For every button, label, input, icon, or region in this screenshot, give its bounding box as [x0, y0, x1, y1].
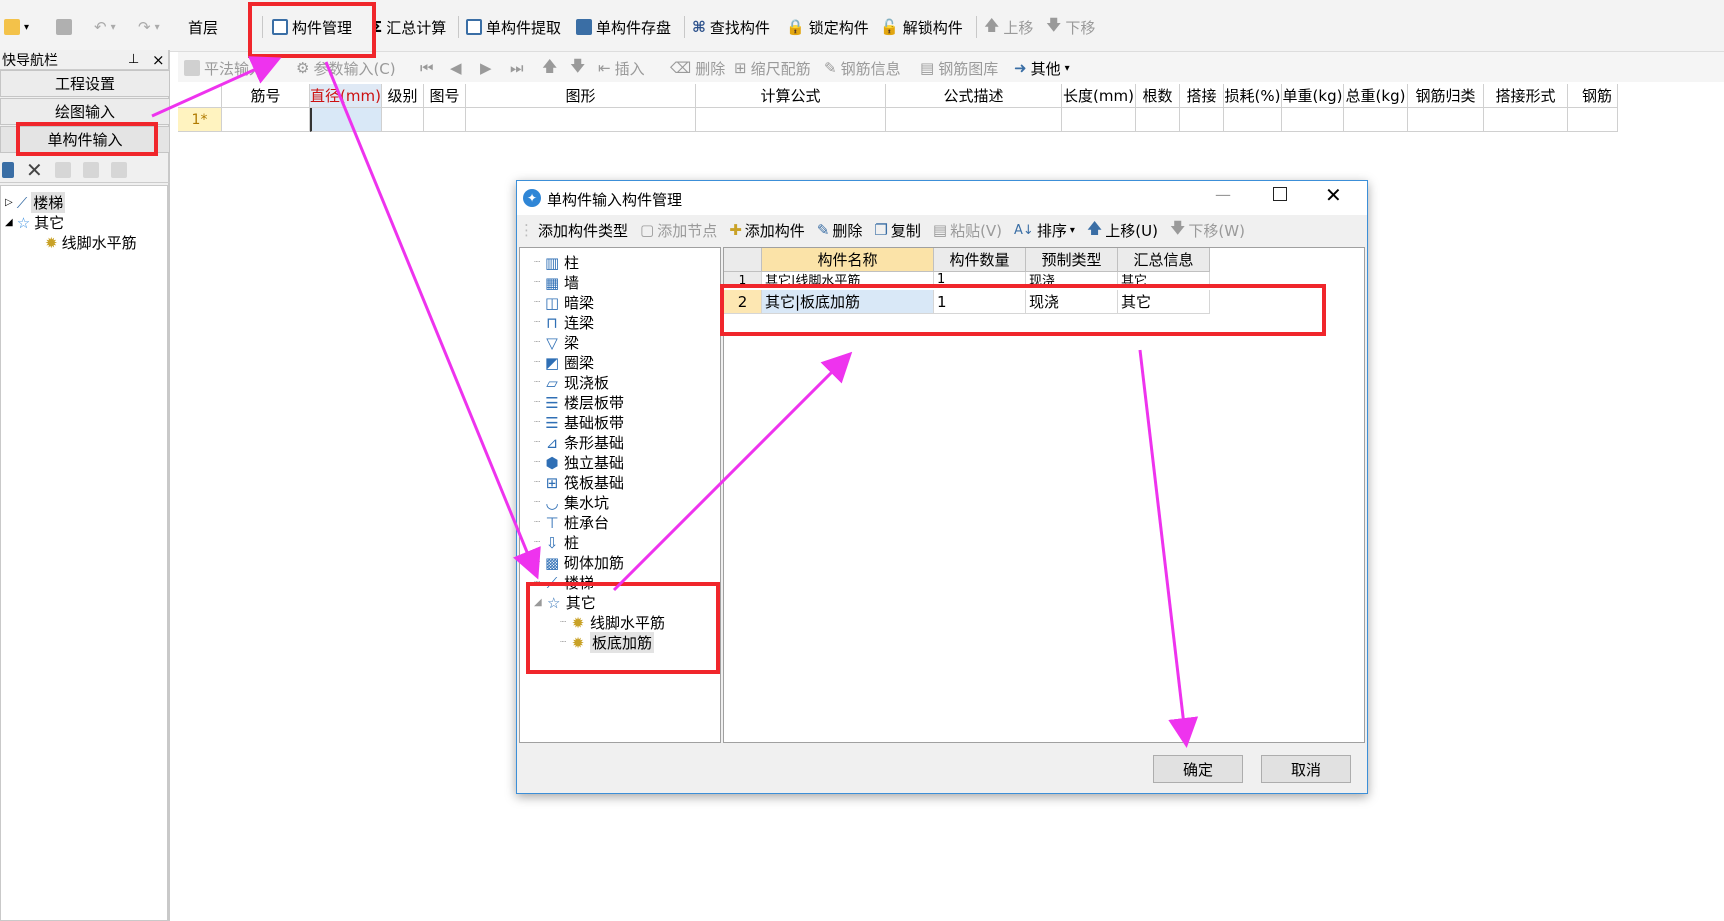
annotation-arrow	[1138, 349, 1199, 748]
annotation-arrows	[151, 56, 1199, 748]
annotation-arrow	[151, 56, 282, 118]
annotation-arrow	[324, 61, 541, 580]
annotation-arrow	[612, 351, 853, 592]
